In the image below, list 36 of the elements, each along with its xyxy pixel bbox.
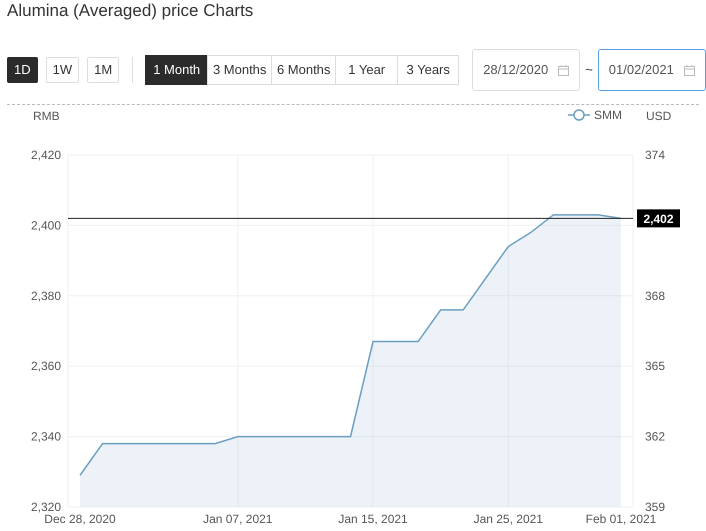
- interval-button[interactable]: 1W: [46, 57, 80, 83]
- range-separator: ~: [585, 61, 593, 80]
- x-axis-label: Jan 15, 2021: [338, 512, 408, 526]
- y-axis-label: 362: [645, 430, 666, 444]
- y-axis-label: 359: [645, 500, 666, 514]
- y-axis-label: 2,400: [30, 218, 61, 232]
- y-axis-label: 2,320: [30, 500, 61, 514]
- y-axis-label: 2,360: [30, 359, 61, 374]
- calendar-icon: [684, 64, 695, 76]
- y-axis-label: 374: [645, 148, 666, 162]
- calendar-icon: [558, 64, 570, 76]
- range-tab[interactable]: 3 Years: [397, 55, 460, 85]
- range-tab[interactable]: 1 Month: [145, 55, 208, 85]
- y-axis-label: 2,380: [30, 288, 61, 303]
- legend-label: SMM: [594, 108, 622, 122]
- y-axis-label: 368: [645, 288, 666, 303]
- crosshair-value-label: 2,402: [637, 209, 680, 228]
- date-field[interactable]: 28/12/2020: [472, 49, 580, 91]
- date-field[interactable]: 01/02/2021: [598, 49, 706, 91]
- x-axis-label: Dec 28, 2020: [44, 512, 116, 526]
- range-tab[interactable]: 3 Months: [207, 55, 272, 85]
- axis-title: RMB: [33, 109, 60, 123]
- interval-button[interactable]: 1D: [7, 57, 38, 83]
- range-tab[interactable]: 6 Months: [271, 55, 336, 85]
- x-axis-label: Jan 07, 2021: [203, 512, 272, 526]
- legend-marker-icon: [568, 109, 590, 121]
- y-axis-label: 2,340: [30, 430, 61, 444]
- interval-button[interactable]: 1M: [87, 57, 120, 83]
- range-tab[interactable]: 1 Year: [335, 55, 398, 85]
- axis-title: USD: [646, 109, 672, 123]
- y-axis-label: 2,420: [30, 148, 61, 162]
- ref-line-label: 2,402: [643, 212, 674, 226]
- x-axis-label: Jan 25, 2021: [474, 512, 543, 526]
- y-axis-label: 365: [645, 359, 666, 374]
- page-title: Alumina (Averaged) price Charts: [7, 0, 254, 22]
- x-axis-label: Feb 01, 2021: [586, 512, 656, 526]
